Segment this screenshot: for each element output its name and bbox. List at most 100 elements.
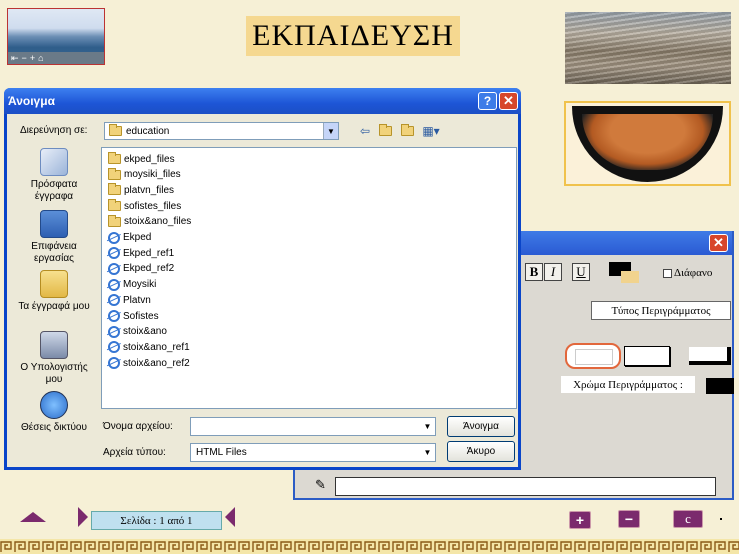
list-item[interactable]: Ekped_ref1 (108, 246, 174, 260)
first-icon[interactable]: ⇤ (11, 53, 19, 64)
file-list[interactable]: ekped_files moysiki_files platvn_files s… (101, 147, 517, 409)
pencil-icon[interactable]: ✎ (315, 477, 326, 493)
list-item[interactable]: stoix&ano_ref2 (108, 356, 190, 370)
file-name: stoix&ano_ref2 (123, 357, 190, 369)
underline-button[interactable]: U (572, 263, 590, 281)
zoom-in-button[interactable]: + (569, 511, 591, 529)
bold-button[interactable]: B (525, 263, 543, 281)
html-file-icon (108, 294, 120, 307)
html-file-icon (108, 231, 120, 244)
folder-icon (108, 214, 121, 227)
file-name: Moysiki (123, 279, 157, 291)
up-folder-icon[interactable] (376, 122, 394, 140)
format-dialog-close-button[interactable]: ✕ (709, 234, 728, 252)
zoom-in-icon[interactable]: + (30, 53, 35, 63)
folder-icon (108, 183, 121, 196)
list-item[interactable]: Ekped (108, 231, 151, 245)
folder-icon (109, 124, 122, 136)
file-name: moysiki_files (124, 169, 181, 181)
my-computer-icon (40, 331, 68, 359)
chevron-down-icon[interactable]: ▼ (420, 418, 435, 435)
close-button[interactable]: ✕ (499, 92, 518, 110)
border-color-swatch[interactable] (706, 378, 734, 394)
zoom-out-icon[interactable]: − (22, 53, 27, 63)
html-file-icon (108, 341, 120, 354)
help-button[interactable]: ? (478, 92, 497, 110)
map-thumbnail[interactable]: ⇤ − + ⌂ (7, 8, 105, 65)
back-icon[interactable]: ⇦ (356, 122, 374, 140)
file-name: Ekped_ref2 (123, 263, 175, 275)
place-recent[interactable]: Πρόσφατα έγγραφα (14, 148, 94, 203)
network-places-icon (40, 391, 68, 419)
file-type-select[interactable]: HTML Files ▼ (190, 443, 436, 462)
folder-icon (108, 199, 121, 212)
html-file-icon (108, 247, 120, 260)
place-my-documents[interactable]: Τα έγγραφά μου (14, 270, 94, 313)
open-dialog-titlebar[interactable]: Άνοιγμα ? ✕ (4, 88, 521, 114)
look-in-select[interactable]: education ▼ (104, 122, 339, 140)
open-button[interactable]: Άνοιγμα (447, 416, 515, 437)
decorative-dot (720, 518, 722, 520)
list-item[interactable]: sofistes_files (108, 199, 181, 213)
place-label: Θέσεις δικτύου (21, 422, 87, 433)
folder-icon (108, 167, 121, 180)
previous-page-icon[interactable] (78, 507, 88, 527)
list-item[interactable]: moysiki_files (108, 167, 181, 182)
italic-button[interactable]: I (544, 263, 562, 281)
place-network[interactable]: Θέσεις δικτύου (14, 391, 94, 434)
transparent-checkbox[interactable]: Διάφανο (663, 267, 712, 279)
chevron-down-icon[interactable]: ▼ (420, 444, 435, 461)
file-name: Ekped_ref1 (123, 247, 175, 259)
file-name: ekped_files (124, 153, 175, 165)
nav-up-icon[interactable] (20, 512, 46, 522)
border-style-shadow[interactable] (689, 347, 731, 365)
list-item[interactable]: Moysiki (108, 278, 156, 292)
checkbox-box[interactable] (663, 268, 672, 278)
place-my-computer[interactable]: Ο Υπολογιστής μου (14, 331, 94, 386)
file-name: sofistes_files (124, 200, 182, 212)
file-name: stoix&ano (123, 326, 167, 338)
vase-image (572, 106, 723, 182)
chevron-down-icon[interactable]: ▼ (323, 123, 338, 139)
file-type-value: HTML Files (196, 447, 247, 458)
cancel-button[interactable]: Άκυρο (447, 441, 515, 462)
place-desktop[interactable]: Επιφάνεια εργασίας (14, 210, 94, 265)
list-item[interactable]: ekped_files (108, 152, 175, 166)
next-page-icon[interactable] (225, 507, 235, 527)
open-dialog-title: Άνοιγμα (8, 94, 55, 108)
place-label: Ο Υπολογιστής μου (20, 362, 88, 385)
list-item[interactable]: stoix&ano_ref1 (108, 340, 190, 354)
place-label: Επιφάνεια εργασίας (31, 241, 77, 264)
vase-image-frame (564, 101, 731, 186)
list-item[interactable]: Sofistes (108, 309, 159, 323)
folder-icon (108, 152, 121, 164)
list-item[interactable]: stoix&ano_files (108, 214, 191, 229)
border-style-rounded[interactable] (565, 343, 621, 369)
list-item[interactable]: stoix&ano (108, 325, 167, 339)
views-menu-icon[interactable]: ▦▾ (420, 122, 442, 140)
file-name: Ekped (123, 232, 152, 243)
list-item[interactable]: platvn_files (108, 183, 174, 197)
file-name-input[interactable]: ▼ (190, 417, 436, 436)
home-icon[interactable]: ⌂ (38, 53, 43, 63)
list-item[interactable]: Ekped_ref2 (108, 262, 174, 276)
border-style-single[interactable] (624, 346, 670, 366)
border-type-button[interactable]: Τύπος Περιγράμματος (591, 301, 731, 320)
html-file-icon (108, 278, 120, 291)
html-file-icon (108, 325, 120, 338)
zoom-out-button[interactable]: − (618, 510, 640, 528)
file-name: platvn_files (124, 184, 175, 196)
background-color-swatch[interactable] (621, 271, 639, 283)
c-button[interactable]: c (673, 510, 703, 528)
html-file-icon (108, 262, 120, 275)
html-file-icon (108, 310, 120, 322)
page-title: ΕΚΠΑΙΔΕΥΣΗ (246, 16, 460, 56)
file-name: Sofistes (123, 310, 159, 322)
new-folder-icon[interactable] (398, 122, 416, 140)
recent-documents-icon (40, 148, 68, 176)
look-in-label: Διερεύνηση σε: (20, 125, 88, 136)
page-indicator: Σελίδα : 1 από 1 (91, 511, 222, 530)
my-documents-icon (40, 270, 68, 298)
format-text-input[interactable] (335, 477, 716, 496)
list-item[interactable]: Platvn (108, 293, 151, 307)
